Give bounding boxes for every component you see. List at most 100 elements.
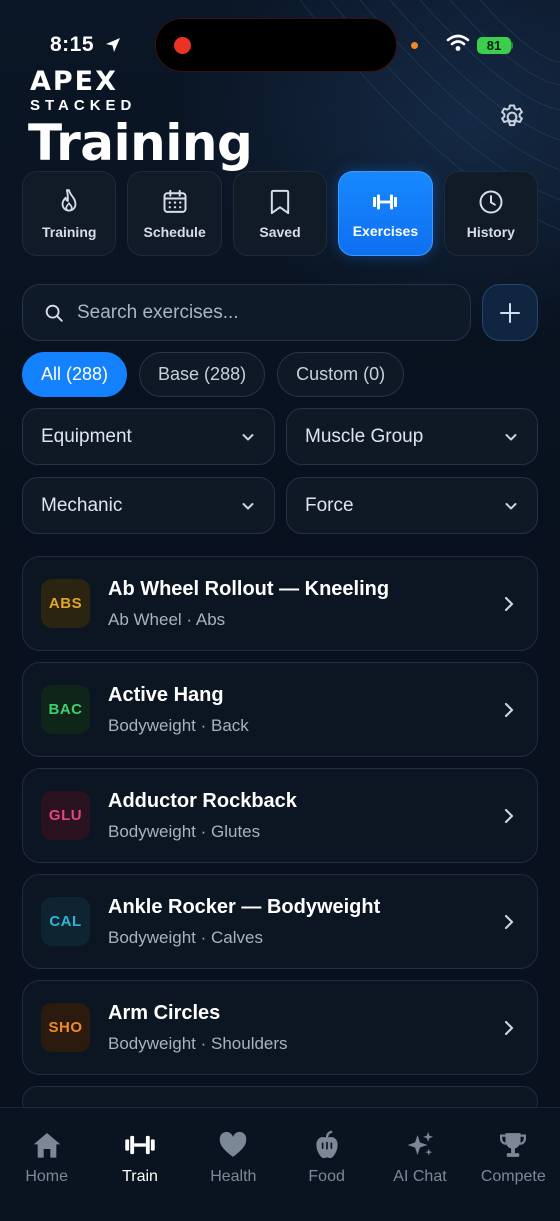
source-filter-chips: All (288) Base (288) Custom (0) <box>22 352 405 397</box>
location-arrow-icon <box>106 38 120 52</box>
chevron-right-icon <box>504 702 514 718</box>
sparkles-icon <box>407 1131 434 1156</box>
wifi-icon <box>446 34 470 51</box>
chevron-right-icon <box>504 596 514 612</box>
page-title: Training <box>28 114 253 172</box>
nav-compete[interactable]: Compete <box>467 1108 560 1221</box>
muscle-badge: ABS <box>41 579 90 628</box>
nav-label: Compete <box>480 1168 546 1185</box>
search-bar <box>22 284 471 341</box>
mechanic-dropdown[interactable]: Mechanic <box>22 477 275 534</box>
trophy-icon <box>500 1133 527 1157</box>
home-icon <box>33 1133 60 1158</box>
app-screen: 8:15 81 APEX STACKED Training Training S… <box>0 0 560 1221</box>
apple-icon <box>316 1130 338 1159</box>
exercise-subtitle: Bodyweight · Shoulders <box>108 1033 288 1053</box>
exercise-row[interactable]: BAC Active Hang Bodyweight · Back <box>22 662 538 757</box>
tab-label: Schedule <box>143 223 206 240</box>
chevron-down-icon <box>505 433 517 440</box>
chip-all[interactable]: All (288) <box>22 352 128 397</box>
tab-label: Exercises <box>352 222 419 239</box>
exercise-subtitle: Ab Wheel · Abs <box>108 609 226 629</box>
gear-icon <box>501 104 523 127</box>
search-input[interactable] <box>77 301 437 324</box>
exercise-subtitle: Bodyweight · Glutes <box>108 821 261 841</box>
tab-history[interactable]: History <box>443 171 539 256</box>
muscle-group-dropdown[interactable]: Muscle Group <box>286 408 538 465</box>
exercise-list: ABS Ab Wheel Rollout — Kneeling Ab Wheel… <box>22 556 538 1127</box>
nav-label: Health <box>210 1168 257 1185</box>
dropdown-label: Muscle Group <box>305 425 424 447</box>
dropdown-label: Equipment <box>41 425 132 447</box>
add-exercise-button[interactable] <box>482 284 538 341</box>
exercise-row[interactable]: GLU Adductor Rockback Bodyweight · Glute… <box>22 768 538 863</box>
chip-custom[interactable]: Custom (0) <box>277 352 405 397</box>
nav-label: Home <box>25 1168 68 1185</box>
exercise-text: Adductor Rockback Bodyweight · Glutes <box>108 790 519 842</box>
nav-train[interactable]: Train <box>93 1108 186 1221</box>
exercise-title: Ankle Rocker — Bodyweight <box>108 895 381 918</box>
exercise-text: Arm Circles Bodyweight · Shoulders <box>108 1002 519 1054</box>
brand-logo: APEX <box>30 66 118 97</box>
chevron-right-icon <box>504 1020 514 1036</box>
dynamic-island <box>155 18 397 72</box>
nav-food[interactable]: Food <box>280 1108 373 1221</box>
section-tabs: Training Schedule Saved Exercises Histor… <box>22 171 539 256</box>
plus-icon <box>500 302 520 323</box>
nav-ai-chat[interactable]: AI Chat <box>373 1108 466 1221</box>
dumbbell-icon <box>125 1135 155 1155</box>
chevron-down-icon <box>505 502 517 509</box>
chip-base[interactable]: Base (288) <box>139 352 266 397</box>
recording-indicator-icon <box>174 37 191 54</box>
tab-label: Training <box>41 223 97 240</box>
settings-button[interactable] <box>494 99 530 135</box>
exercise-text: Active Hang Bodyweight · Back <box>108 684 519 736</box>
chevron-down-icon <box>242 502 254 509</box>
exercise-subtitle: Bodyweight · Calves <box>108 927 263 947</box>
muscle-badge: SHO <box>41 1003 90 1052</box>
tab-label: Saved <box>259 223 301 240</box>
tab-schedule[interactable]: Schedule <box>127 171 222 256</box>
tab-saved[interactable]: Saved <box>232 171 328 256</box>
tab-label: History <box>466 223 515 240</box>
exercise-title: Active Hang <box>108 683 224 706</box>
nav-label: Food <box>308 1168 345 1185</box>
tab-exercises[interactable]: Exercises <box>338 171 433 256</box>
tab-training[interactable]: Training <box>22 171 117 256</box>
exercise-text: Ankle Rocker — Bodyweight Bodyweight · C… <box>108 896 519 948</box>
privacy-indicator-icon <box>411 42 418 49</box>
nav-label: AI Chat <box>393 1168 447 1185</box>
filter-dropdowns: Equipment Muscle Group Mechanic Force <box>22 408 538 534</box>
exercise-row[interactable]: ABS Ab Wheel Rollout — Kneeling Ab Wheel… <box>22 556 538 651</box>
dropdown-label: Mechanic <box>41 494 123 516</box>
nav-label: Train <box>122 1168 158 1185</box>
battery-indicator: 81 <box>477 37 511 54</box>
clock-icon <box>479 190 503 213</box>
exercise-row[interactable]: CAL Ankle Rocker — Bodyweight Bodyweight… <box>22 874 538 969</box>
exercise-row[interactable]: SHO Arm Circles Bodyweight · Shoulders <box>22 980 538 1075</box>
flame-icon <box>61 188 77 212</box>
calendar-icon <box>163 189 187 213</box>
force-dropdown[interactable]: Force <box>286 477 538 534</box>
dumbbell-icon <box>373 194 398 209</box>
search-icon <box>45 304 63 322</box>
nav-home[interactable]: Home <box>0 1108 93 1221</box>
exercise-subtitle: Bodyweight · Back <box>108 715 249 735</box>
bottom-navigation: Home Train Health Food AI Chat Compete <box>0 1107 560 1221</box>
equipment-dropdown[interactable]: Equipment <box>22 408 275 465</box>
dropdown-label: Force <box>305 494 354 516</box>
brand-subtitle: STACKED <box>30 97 137 114</box>
exercise-title: Ab Wheel Rollout — Kneeling <box>108 577 390 600</box>
battery-cap-icon <box>511 42 513 49</box>
muscle-badge: BAC <box>41 685 90 734</box>
chevron-down-icon <box>242 433 254 440</box>
muscle-badge: CAL <box>41 897 90 946</box>
exercise-text: Ab Wheel Rollout — Kneeling Ab Wheel · A… <box>108 578 519 630</box>
nav-health[interactable]: Health <box>187 1108 280 1221</box>
bookmark-icon <box>270 189 290 214</box>
heart-icon <box>220 1131 247 1157</box>
muscle-badge: GLU <box>41 791 90 840</box>
status-time: 8:15 <box>50 33 95 56</box>
exercise-title: Adductor Rockback <box>108 789 297 812</box>
chevron-right-icon <box>504 808 514 824</box>
